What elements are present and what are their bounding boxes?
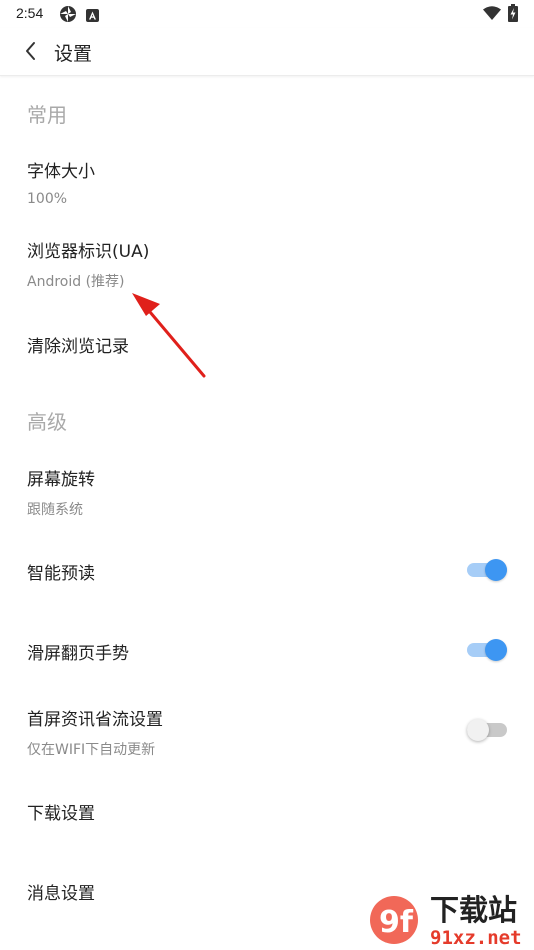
homepage-data-saver-setting[interactable]: 首屏资讯省流设置 仅在WIFI下自动更新 [0,694,534,766]
download-settings-item[interactable]: 下载设置 [0,782,534,838]
font-size-value: 100% [27,191,68,207]
smart-preload-toggle[interactable] [467,559,507,581]
toggle-thumb [485,639,507,661]
smart-preload-setting[interactable]: 智能预读 [0,542,534,598]
svg-text:下载站: 下载站 [430,893,517,927]
font-size-title: 字体大小 [27,162,95,182]
swipe-page-gesture-setting[interactable]: 滑屏翻页手势 [0,622,534,678]
svg-text:9f: 9f [379,905,414,940]
wifi-icon [483,6,501,25]
section-header-advanced: 高级 [27,410,67,434]
swipe-page-gesture-toggle[interactable] [467,639,507,661]
chevron-left-icon [26,42,35,60]
toggle-thumb [485,559,507,581]
screen-rotation-title: 屏幕旋转 [27,470,95,490]
status-time: 2:54 [16,5,44,21]
section-header-common: 常用 [27,103,67,127]
homepage-data-saver-toggle[interactable] [467,719,507,741]
page-title: 设置 [54,43,93,65]
toggle-thumb [467,719,489,741]
smart-preload-title: 智能预读 [27,564,95,584]
user-agent-title: 浏览器标识(UA) [27,242,150,262]
clear-history-title: 清除浏览记录 [27,337,129,357]
back-button[interactable] [18,38,44,64]
pinwheel-icon [59,5,77,27]
download-settings-title: 下载设置 [27,804,95,824]
message-settings-title: 消息设置 [27,884,95,904]
svg-text:91xz.net: 91xz.net [430,927,522,949]
user-agent-setting[interactable]: 浏览器标识(UA) Android (推荐) [0,226,534,298]
homepage-data-saver-title: 首屏资讯省流设置 [27,710,163,730]
battery-charging-icon [508,4,518,26]
status-bar: 2:54 [0,0,534,28]
screen-rotation-value: 跟随系统 [27,502,83,518]
clear-history-setting[interactable]: 清除浏览记录 [0,314,534,374]
app-bar: 设置 [0,28,534,76]
font-size-setting[interactable]: 字体大小 100% [0,146,534,218]
user-agent-value: Android (推荐) [27,274,125,290]
screen-rotation-setting[interactable]: 屏幕旋转 跟随系统 [0,454,534,526]
swipe-page-gesture-title: 滑屏翻页手势 [27,644,129,664]
watermark-logo: 9f 下载站 91xz.net [366,882,534,950]
a-badge-icon [86,7,99,26]
homepage-data-saver-subtitle: 仅在WIFI下自动更新 [27,742,156,758]
